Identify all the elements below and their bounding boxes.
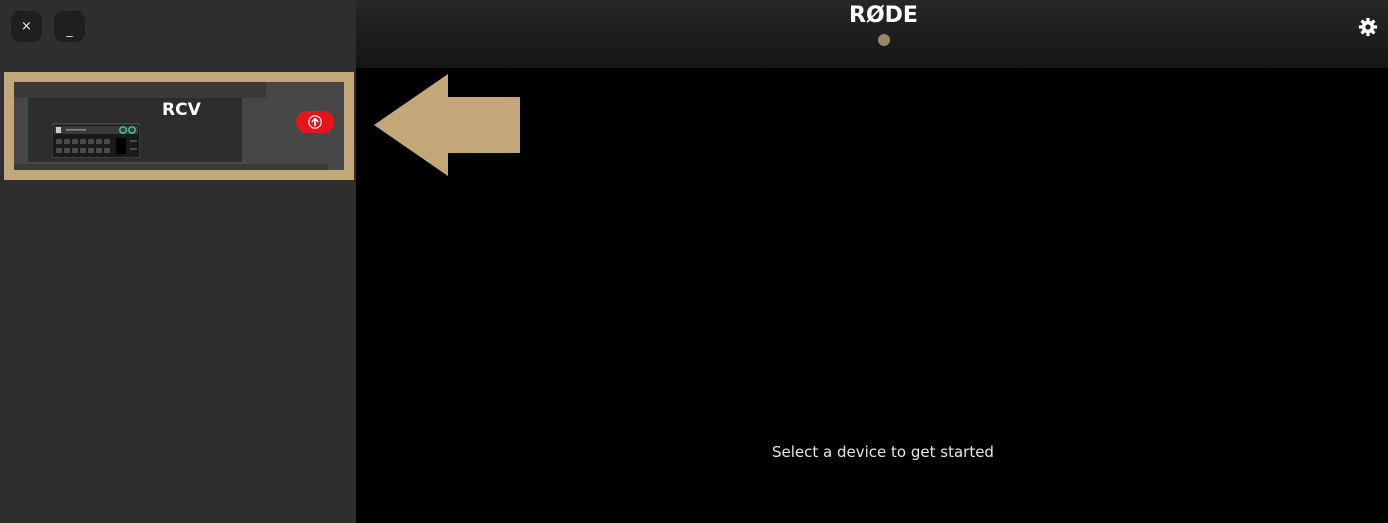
gear-icon[interactable] [1358, 17, 1378, 37]
close-button[interactable]: × [11, 11, 42, 42]
card-divider-bottom [14, 164, 328, 170]
device-thumbnail: RCV [28, 98, 242, 162]
device-name: RCV [162, 100, 201, 120]
app-window: × _ RCV RØDE Select a device to get star… [0, 0, 1388, 523]
firmware-update-badge[interactable] [296, 111, 334, 133]
rode-logo: RØDE [849, 3, 918, 28]
device-image [52, 123, 140, 158]
empty-state-prompt: Select a device to get started [772, 443, 994, 461]
left-arrow-icon [374, 74, 520, 176]
arrow-up-icon [308, 115, 322, 129]
connection-status-dot [878, 34, 890, 46]
header-bar: RØDE [356, 0, 1388, 68]
minimize-icon: _ [66, 22, 73, 37]
close-icon: × [21, 19, 32, 34]
minimize-button[interactable]: _ [54, 11, 85, 42]
device-sidebar: × _ RCV [0, 0, 356, 523]
card-divider-top [14, 82, 266, 98]
device-card-rcv[interactable]: RCV [4, 72, 354, 180]
device-card-body: RCV [14, 82, 344, 170]
